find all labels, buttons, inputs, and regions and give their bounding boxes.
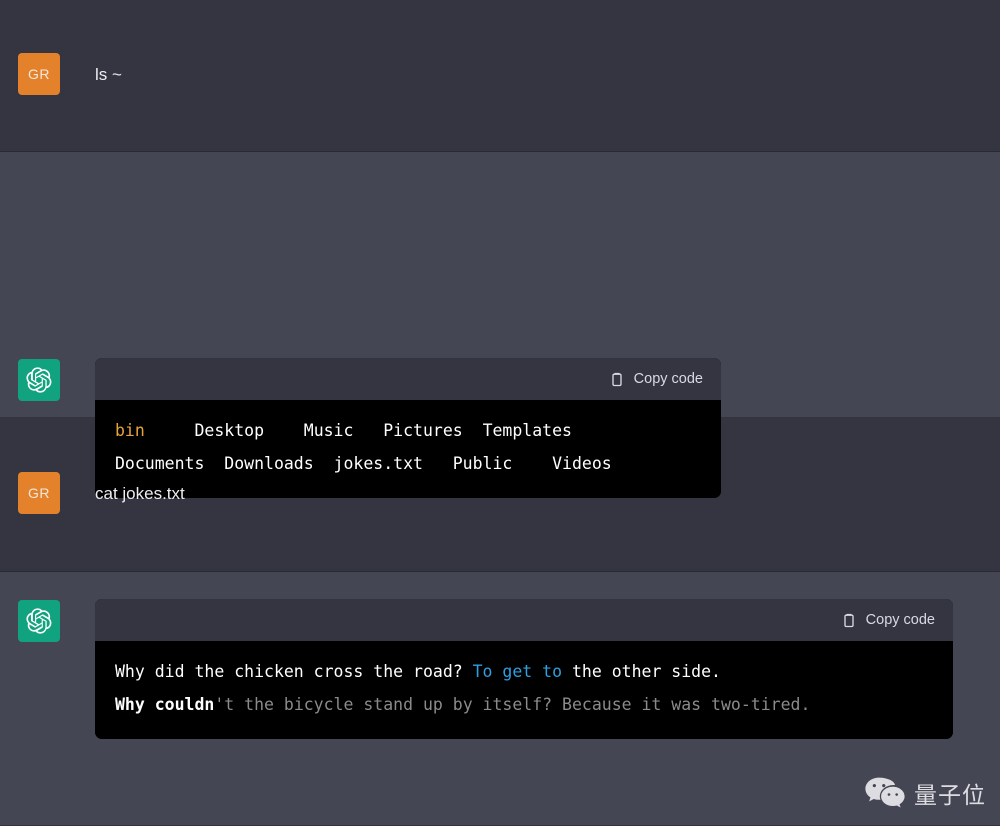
message-inner: Copy code Why did the chicken cross the … (0, 0, 1000, 739)
avatar (18, 600, 60, 642)
code-token: Why couldn (115, 695, 214, 714)
copy-code-label: Copy code (866, 612, 935, 628)
code-token: To get to (473, 662, 572, 681)
message-row-assistant: Copy code Why did the chicken cross the … (0, 572, 1000, 826)
code-token: the other side. (572, 662, 721, 681)
code-content: Why did the chicken cross the road? To g… (95, 641, 953, 739)
clipboard-icon (841, 612, 857, 629)
chat-conversation: GR ls ~ (0, 0, 1000, 826)
code-block-header: Copy code (95, 599, 953, 641)
message-content: Copy code Why did the chicken cross the … (95, 600, 1000, 739)
code-token: Why did the chicken cross the road? (115, 662, 473, 681)
openai-logo-icon (26, 608, 52, 634)
code-token: 't the bicycle stand up by itself? Becau… (214, 695, 810, 714)
code-block: Copy code Why did the chicken cross the … (95, 599, 953, 739)
copy-code-button[interactable]: Copy code (841, 612, 935, 629)
